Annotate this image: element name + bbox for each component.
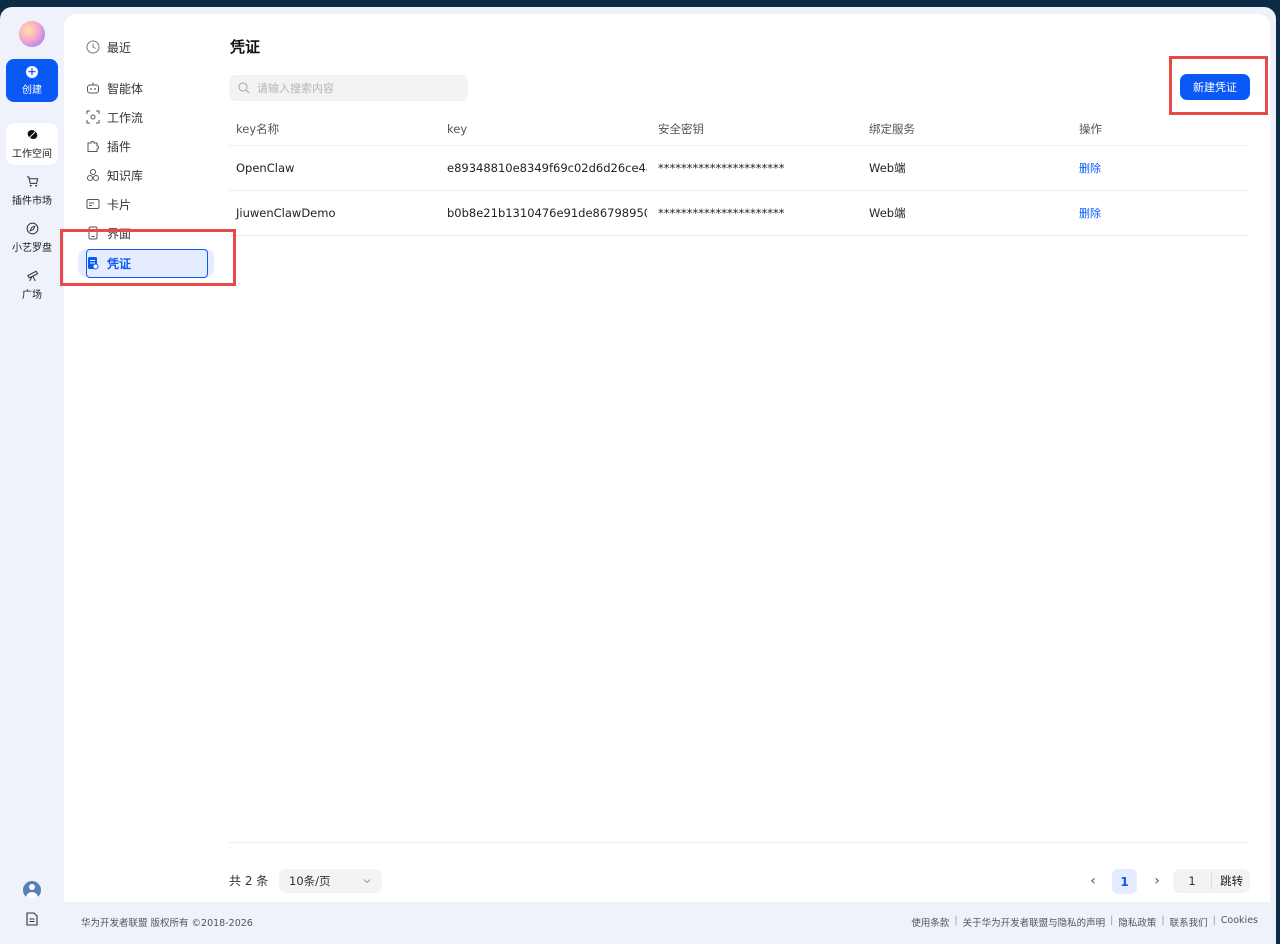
rail-item-plugin-market[interactable]: 插件市场: [6, 170, 58, 212]
column-header: 绑定服务: [869, 121, 915, 136]
puzzle-icon: [87, 141, 99, 152]
subnav-item-card[interactable]: 卡片: [86, 190, 216, 218]
key-cell: e89348810e8349f69c02d6d26ce4a...: [447, 161, 647, 175]
left-rail: + 创建 工作空间 插件市场 小艺罗盘 广场: [0, 7, 64, 944]
subnav-label: 知识库: [107, 168, 144, 183]
column-header: 安全密钥: [658, 121, 704, 136]
screen-icon: [88, 226, 98, 240]
delete-link[interactable]: 删除: [1079, 191, 1101, 235]
create-label: 创建: [22, 84, 42, 96]
subnav-item-workflow[interactable]: 工作流: [86, 103, 216, 131]
rail-item-label: 插件市场: [12, 196, 52, 207]
subnav-item-credential[interactable]: 凭证: [78, 249, 214, 277]
app-logo-icon[interactable]: [19, 21, 45, 47]
subnav-item-knowledge[interactable]: 知识库: [86, 161, 216, 189]
column-header: key: [447, 121, 468, 136]
secret-cell: **********************: [658, 206, 785, 220]
key-cell: b0b8e21b1310476e91de86798950e...: [447, 206, 647, 220]
footer-link-cookies[interactable]: Cookies: [1221, 915, 1258, 929]
footer-links: 使用条款 | 关于华为开发者联盟与隐私的声明 | 隐私政策 | 联系我们 | Cooki…: [911, 915, 1258, 929]
total-count: 共 2 条: [229, 874, 269, 888]
copyright-text: 华为开发者联盟 版权所有 ©2018-2026: [81, 918, 253, 929]
card-icon: [86, 199, 100, 209]
secret-cell: **********************: [658, 161, 785, 175]
column-header: key名称: [236, 121, 280, 136]
page-number-current[interactable]: 1: [1112, 869, 1137, 894]
main-panel: 最近 智能体 工作流 插件 知识库 卡片 界面 凭证 凭证 请输入搜索内容 新建…: [64, 14, 1270, 902]
column-header: 操作: [1079, 121, 1102, 136]
page-title: 凭证: [230, 38, 261, 56]
new-credential-button[interactable]: 新建凭证: [1180, 74, 1250, 100]
footer-link-contact[interactable]: 联系我们: [1170, 915, 1208, 929]
subnav-label: 卡片: [107, 197, 132, 212]
search-box[interactable]: [229, 75, 468, 101]
rail-item-workspace[interactable]: 工作空间: [6, 123, 58, 165]
app-window: + 创建 工作空间 插件市场 小艺罗盘 广场 最近 智能体 工作流 插件 知识库…: [0, 7, 1276, 944]
telescope-icon: [26, 270, 38, 282]
page-jump-input[interactable]: [1173, 869, 1211, 893]
workflow-icon: [86, 110, 100, 124]
footer-link-terms[interactable]: 使用条款: [911, 915, 949, 929]
subnav-item-agent[interactable]: 智能体: [86, 74, 216, 102]
jump-divider: [1211, 873, 1212, 889]
subnav-label: 智能体: [107, 81, 144, 96]
leaf-icon: [27, 129, 37, 140]
table-row: JiuwenClawDemo b0b8e21b1310476e91de86798…: [229, 191, 1249, 236]
pagination-divider: [229, 842, 1249, 843]
credential-icon: [88, 257, 99, 270]
subnav-label: 工作流: [107, 110, 144, 125]
subnav-label: 界面: [107, 226, 132, 241]
footer-sep: |: [1212, 915, 1216, 926]
rail-item-square[interactable]: 广场: [6, 264, 58, 306]
table-row: OpenClaw e89348810e8349f69c02d6d26ce4a..…: [229, 146, 1249, 191]
page-jump: 跳转: [1173, 869, 1250, 893]
delete-link[interactable]: 删除: [1079, 146, 1101, 190]
service-cell: Web端: [869, 161, 906, 175]
rail-item-compass[interactable]: 小艺罗盘: [6, 217, 58, 259]
user-avatar[interactable]: [23, 881, 41, 899]
subnav-item-interface[interactable]: 界面: [86, 219, 216, 247]
footer-link-privacy-policy[interactable]: 隐私政策: [1118, 915, 1156, 929]
compass-icon: [26, 222, 38, 235]
plus-icon: +: [26, 64, 38, 78]
robot-icon: [87, 82, 99, 94]
page-size-select[interactable]: 10条/页: [279, 869, 382, 893]
document-icon[interactable]: [26, 912, 38, 926]
footer-sep: |: [1161, 915, 1165, 926]
clock-icon: [86, 40, 100, 54]
search-icon: [238, 82, 250, 94]
footer-link-privacy-statement[interactable]: 关于华为开发者联盟与隐私的声明: [963, 915, 1106, 929]
service-cell: Web端: [869, 206, 906, 220]
credentials-table: key名称 key 安全密钥 绑定服务 操作 OpenClaw e8934881…: [229, 112, 1249, 236]
rail-item-label: 小艺罗盘: [12, 243, 52, 254]
footer-sep: |: [954, 915, 958, 926]
rail-item-label: 工作空间: [12, 149, 52, 160]
rail-item-label: 广场: [22, 290, 42, 301]
subnav-label: 插件: [107, 139, 132, 154]
cart-icon: [26, 176, 38, 187]
jump-button[interactable]: 跳转: [1213, 869, 1250, 893]
search-input[interactable]: [257, 81, 457, 95]
subnav-item-recent[interactable]: 最近: [86, 33, 216, 61]
subnav-label: 最近: [107, 40, 132, 55]
subnav-item-plugin[interactable]: 插件: [86, 132, 216, 160]
footer-sep: |: [1110, 915, 1114, 926]
page-size-value: 10条/页: [289, 874, 331, 888]
chevron-down-icon: [363, 879, 371, 884]
knowledge-icon: [87, 169, 99, 181]
table-header-row: key名称 key 安全密钥 绑定服务 操作: [229, 112, 1249, 146]
subnav-label: 凭证: [107, 256, 132, 271]
key-name-cell: JiuwenClawDemo: [236, 206, 336, 220]
next-page-button[interactable]: ›: [1150, 872, 1164, 890]
prev-page-button[interactable]: ‹: [1086, 872, 1100, 890]
key-name-cell: OpenClaw: [236, 161, 295, 175]
create-button[interactable]: + 创建: [6, 59, 58, 102]
